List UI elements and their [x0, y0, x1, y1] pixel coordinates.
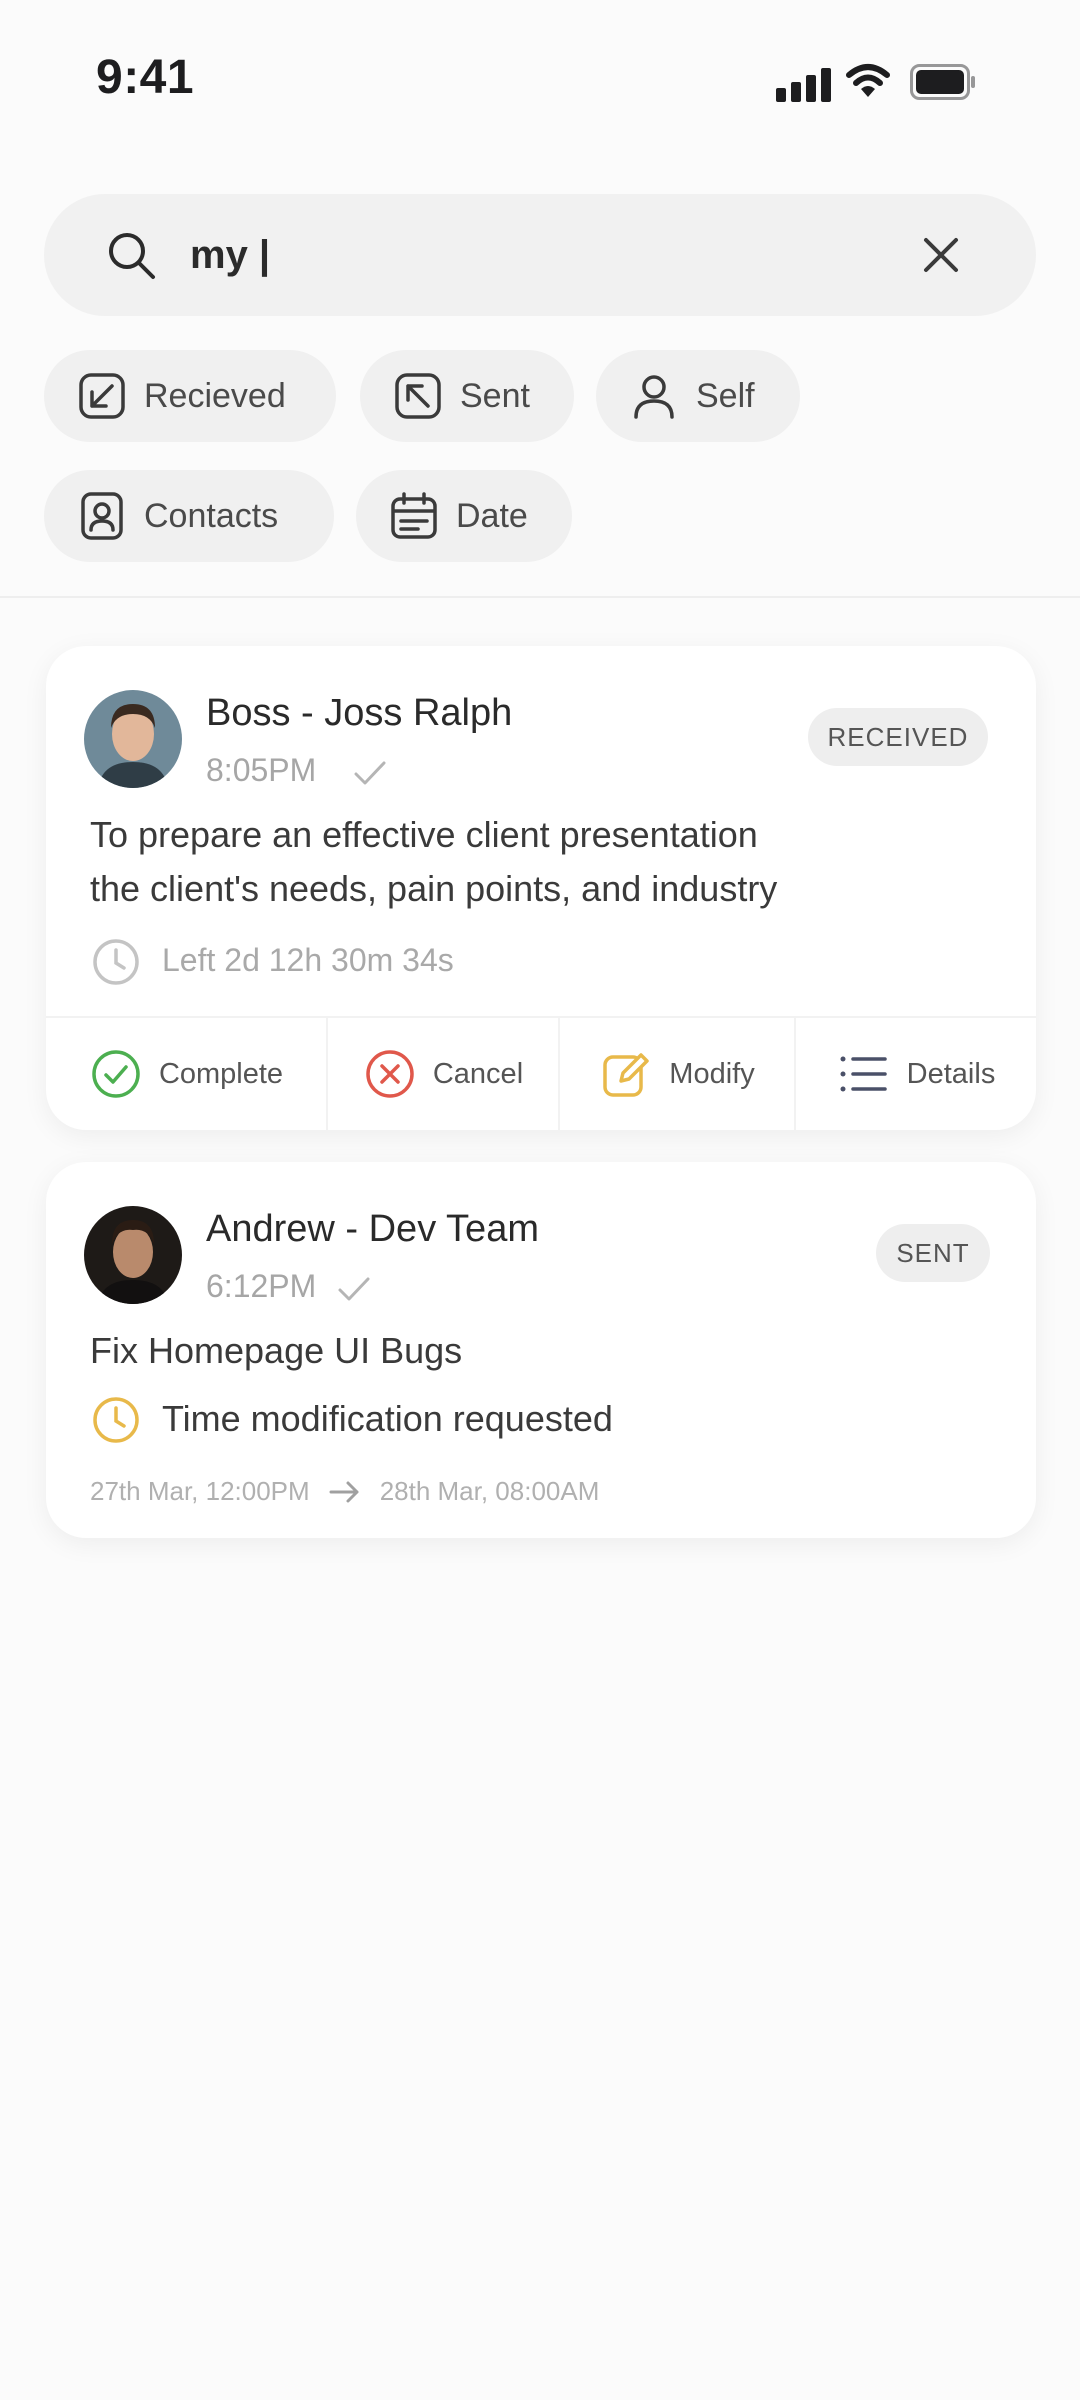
card-time: 6:12PM [206, 1268, 317, 1304]
range-to: 28th Mar, 08:00AM [379, 1476, 600, 1506]
edit-icon [603, 1053, 650, 1097]
x-circle-icon [366, 1050, 414, 1098]
status-badge: SENT [876, 1224, 990, 1282]
card-actions: Complete Cancel Modify Details [46, 1016, 1036, 1130]
divider [0, 596, 1080, 598]
details-button[interactable]: Details [796, 1018, 1036, 1130]
status-bar: 9:41 [0, 0, 1080, 160]
filter-chip-label: Contacts [144, 496, 279, 535]
card-title: Fix Homepage UI Bugs [90, 1330, 463, 1371]
filter-chip-sent[interactable]: Sent [360, 350, 574, 442]
user-icon [634, 375, 674, 419]
task-card[interactable]: Boss - Joss Ralph 8:05PM RECEIVED To pre… [46, 646, 1036, 1130]
battery-icon [910, 64, 975, 100]
avatar [84, 690, 182, 788]
action-label: Cancel [432, 1057, 524, 1090]
avatar [84, 1206, 182, 1304]
search-bar[interactable] [44, 194, 1036, 316]
check-circle-icon [92, 1050, 140, 1098]
filter-chip-self[interactable]: Self [596, 350, 800, 442]
cancel-button[interactable]: Cancel [328, 1018, 560, 1130]
search-icon [109, 233, 155, 279]
check-icon [338, 1277, 370, 1301]
check-icon [354, 761, 386, 785]
filter-chip-received[interactable]: Recieved [44, 350, 336, 442]
countdown-text: Left 2d 12h 30m 34s [162, 942, 454, 978]
close-icon[interactable] [918, 232, 964, 278]
modify-button[interactable]: Modify [560, 1018, 796, 1130]
filter-chip-date[interactable]: Date [356, 470, 572, 562]
time-range: 27th Mar, 12:00PM 28th Mar, 08:00AM [90, 1476, 599, 1507]
clock-icon [93, 1397, 139, 1443]
card-time: 8:05PM [206, 752, 317, 788]
arrow-right-icon [329, 1481, 359, 1502]
list-icon [840, 1056, 887, 1092]
filter-chip-label: Recieved [144, 376, 286, 415]
arrow-up-left-square-icon [395, 373, 441, 419]
status-badge: RECEIVED [808, 708, 988, 766]
filter-chip-contacts[interactable]: Contacts [44, 470, 334, 562]
calendar-icon [391, 492, 437, 539]
cellular-signal-icon [776, 66, 832, 102]
filter-chip-label: Self [696, 376, 755, 415]
action-label: Complete [158, 1057, 284, 1090]
contact-card-icon [81, 492, 123, 540]
card-sender-name: Boss - Joss Ralph [206, 692, 513, 734]
task-card[interactable]: Andrew - Dev Team 6:12PM SENT Fix Homepa… [46, 1162, 1036, 1538]
arrow-down-left-square-icon [79, 373, 125, 419]
action-label: Modify [669, 1057, 755, 1090]
card-description-line: the client's needs, pain points, and ind… [90, 868, 778, 909]
action-label: Details [906, 1057, 996, 1090]
wifi-icon [846, 64, 890, 97]
clock-icon [93, 939, 139, 985]
status-time: 9:41 [96, 51, 195, 104]
range-from: 27th Mar, 12:00PM [90, 1476, 310, 1506]
card-sender-name: Andrew - Dev Team [206, 1208, 539, 1250]
filter-chip-label: Sent [460, 376, 530, 415]
complete-button[interactable]: Complete [46, 1018, 328, 1130]
filter-chip-label: Date [456, 496, 528, 535]
modification-note: Time modification requested [162, 1398, 613, 1439]
search-input[interactable] [190, 224, 890, 286]
card-description-line: To prepare an effective client presentat… [90, 814, 758, 855]
